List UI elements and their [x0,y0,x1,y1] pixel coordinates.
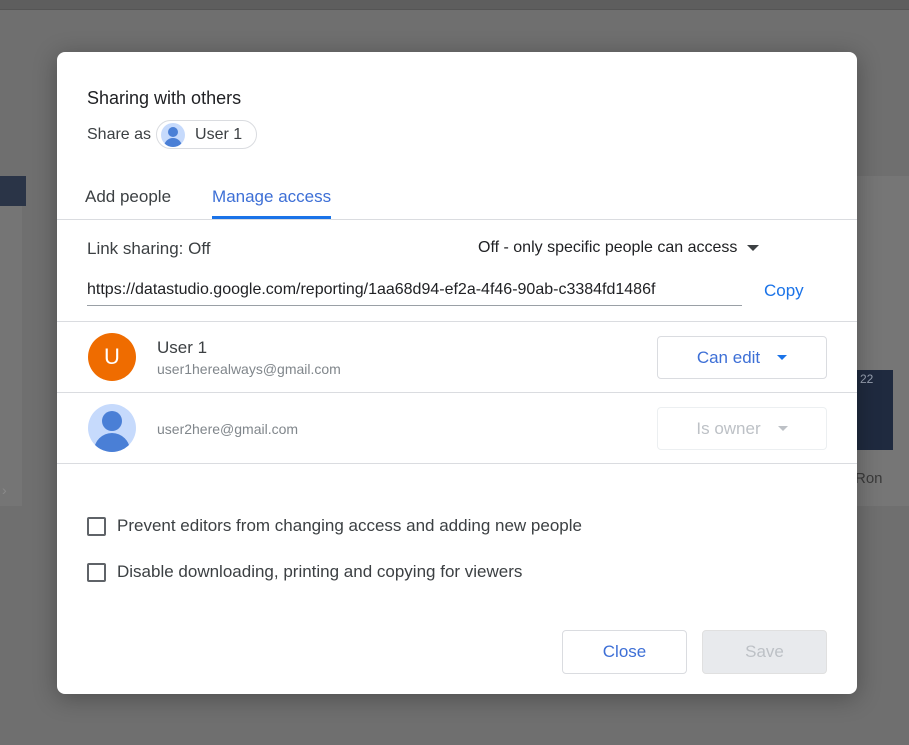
avatar: U [88,333,136,381]
role-dropdown-is-owner: Is owner [657,407,827,450]
person-email: user2here@gmail.com [157,421,299,437]
background-left-panel [0,206,22,506]
role-label: Can edit [696,347,761,367]
link-sharing-label: Link sharing: Off [87,239,211,258]
tab-add-people[interactable]: Add people [85,187,171,219]
sharing-dialog: Sharing with others Share as User 1 Add … [57,52,857,694]
disable-downloading-option[interactable]: Disable downloading, printing and copyin… [87,562,522,582]
person-email: user1herealways@gmail.com [157,361,341,377]
background-chevron-icon: › [2,482,7,498]
share-url-field[interactable]: https://datastudio.google.com/reporting/… [87,278,742,306]
link-sharing-dropdown-value: Off - only specific people can access [478,239,738,256]
save-button: Save [702,630,827,674]
disable-downloading-checkbox[interactable] [87,562,106,582]
background-chart-number: 22 [860,372,874,386]
link-sharing-dropdown[interactable]: Off - only specific people can access [478,239,760,257]
background-right-panel [857,176,909,506]
share-as-user-name: User 1 [195,125,243,143]
copy-link-button[interactable]: Copy [764,281,804,301]
background-topbar [0,0,909,10]
share-as-row: Share as User 1 [87,120,258,149]
background-left-block [0,176,26,206]
person-icon [88,404,136,452]
role-label: Is owner [696,418,761,438]
tab-manage-access[interactable]: Manage access [212,187,332,219]
background-chart-label: Ron [855,470,883,487]
close-button[interactable]: Close [562,630,687,674]
person-icon [161,122,186,147]
prevent-editors-label: Prevent editors from changing access and… [117,516,582,535]
prevent-editors-option[interactable]: Prevent editors from changing access and… [87,516,582,536]
disable-downloading-label: Disable downloading, printing and copyin… [117,562,523,581]
person-row: U User 1 user1herealways@gmail.com Can e… [57,322,857,392]
share-as-user-chip[interactable]: User 1 [156,120,258,149]
person-name: User 1 [157,338,208,357]
tab-bar: Add people Manage access [85,187,372,219]
dialog-title: Sharing with others [87,88,242,108]
divider [57,463,857,464]
prevent-editors-checkbox[interactable] [87,516,106,536]
caret-down-icon [777,426,788,431]
person-row: user2here@gmail.com Is owner [57,393,857,463]
role-dropdown-can-edit[interactable]: Can edit [657,336,827,379]
share-as-label: Share as [87,125,152,143]
divider [57,219,857,220]
caret-down-icon [777,355,788,360]
caret-down-icon [747,245,760,251]
